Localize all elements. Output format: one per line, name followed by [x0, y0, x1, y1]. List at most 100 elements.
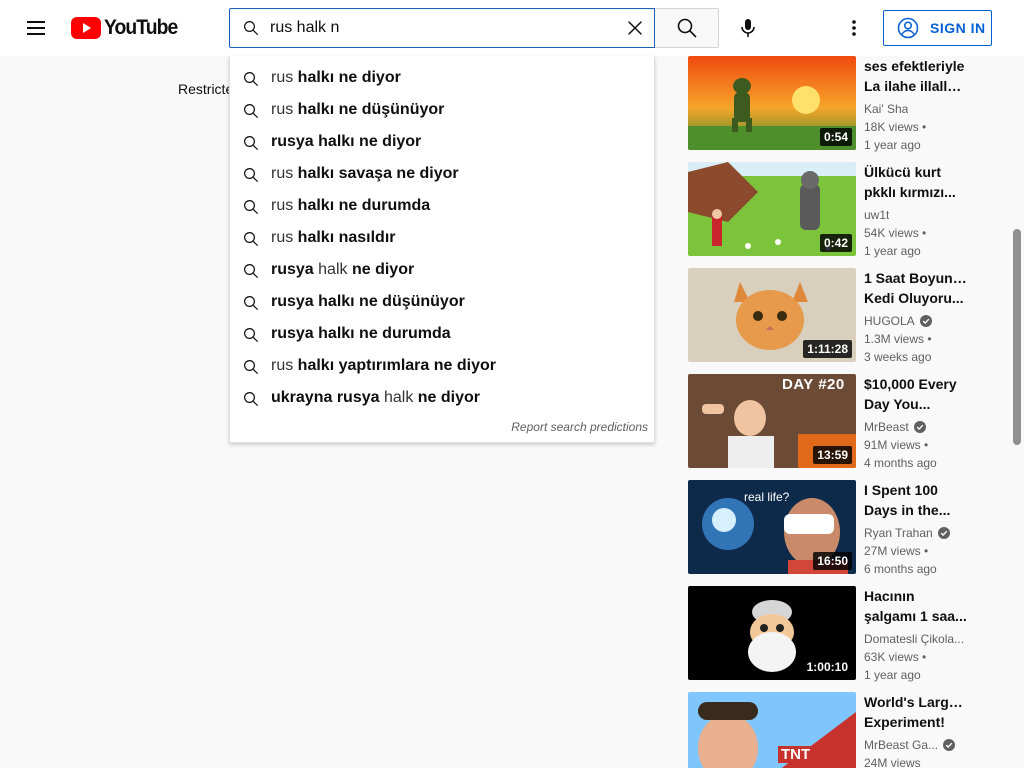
video-thumbnail[interactable]: 1:00:10	[688, 586, 856, 680]
suggestion-typed-part: rus	[271, 229, 298, 246]
suggestion-completion-part: rusya	[271, 261, 314, 278]
video-title-line: Day You...	[864, 396, 931, 412]
video-duration: 0:54	[819, 128, 852, 146]
suggestion-item[interactable]: rusya halk ne diyor	[230, 255, 654, 287]
video-item[interactable]: 1:11:28 1 Saat Boyunca Kedi Oluyoru... H…	[688, 268, 988, 364]
video-thumbnail[interactable]: TNT	[688, 692, 856, 768]
video-title-line: 1 Saat Boyunca	[864, 270, 968, 286]
suggestion-item[interactable]: rus halkı nasıldır	[230, 223, 654, 255]
channel-name[interactable]: Kai' Sha	[864, 102, 908, 116]
suggestion-completion-part: rusya halkı ne diyor	[271, 133, 422, 150]
video-item[interactable]: 0:42 Ülkücü kurt pkklı kırmızı... uw1t 5…	[688, 162, 988, 258]
search-icon	[244, 360, 259, 375]
suggestion-text: rus halkı savaşa ne diyor	[271, 165, 459, 183]
video-item[interactable]: real life? 16:50 I Spent 100 Days in the…	[688, 480, 988, 576]
suggestion-item[interactable]: rusya halkı ne diyor	[230, 127, 654, 159]
video-title[interactable]: Hacının şalgamı 1 saa...	[864, 586, 968, 626]
clear-search-icon[interactable]	[624, 17, 646, 39]
guide-menu-button[interactable]	[16, 8, 56, 48]
video-thumbnail[interactable]: 1:11:28	[688, 268, 856, 362]
suggestion-item[interactable]: ukrayna rusya halk ne diyor	[230, 383, 654, 415]
suggestion-completion-part: halkı nasıldır	[297, 229, 396, 246]
verified-check-icon	[913, 421, 926, 433]
video-title[interactable]: I Spent 100 Days in the...	[864, 480, 968, 520]
search-box	[229, 8, 655, 48]
video-title[interactable]: $10,000 Every Day You...	[864, 374, 968, 414]
suggestion-item[interactable]: rus halkı ne durumda	[230, 191, 654, 223]
suggestion-item[interactable]: rus halkı ne düşünüyor	[230, 95, 654, 127]
voice-search-button[interactable]	[728, 8, 768, 48]
suggestion-item[interactable]: rus halkı ne diyor	[230, 63, 654, 95]
suggestion-typed-part: rus	[271, 165, 298, 182]
scrollbar-thumb[interactable]	[1013, 229, 1021, 445]
video-title[interactable]: World's Largest Experiment!	[864, 692, 968, 732]
view-count: 1.3M views •	[864, 332, 932, 346]
more-vertical-icon	[852, 20, 856, 36]
video-title-line: ses efektleriyle	[864, 58, 965, 74]
suggestion-item[interactable]: rus halkı savaşa ne diyor	[230, 159, 654, 191]
channel-name[interactable]: Domatesli Çikola...	[864, 632, 964, 646]
suggestion-text: rus halkı ne düşünüyor	[271, 101, 444, 119]
view-count: 54K views •	[864, 226, 927, 240]
video-title[interactable]: ses efektleriyle La ilahe illallah...	[864, 56, 968, 96]
suggestion-completion-part: halkı ne durumda	[297, 197, 431, 214]
video-duration: 0:42	[819, 234, 852, 252]
settings-menu-button[interactable]	[834, 8, 874, 48]
video-thumbnail[interactable]: real life? 16:50	[688, 480, 856, 574]
video-item[interactable]: TNT World's Largest Experiment! MrBeast …	[688, 692, 988, 768]
suggestion-completion-part: halkı ne düşünüyor	[297, 101, 445, 118]
video-title[interactable]: 1 Saat Boyunca Kedi Oluyoru...	[864, 268, 968, 308]
search-icon	[244, 328, 259, 343]
video-thumbnail[interactable]: 0:54	[688, 56, 856, 150]
channel-name[interactable]: Ryan Trahan	[864, 526, 950, 540]
search-button[interactable]	[655, 8, 719, 48]
thumbnail-overlay-text: TNT	[778, 746, 814, 763]
video-title-line: La ilahe illallah...	[864, 78, 968, 94]
suggestion-item[interactable]: rus halkı yaptırımlara ne diyor	[230, 351, 654, 383]
suggestion-typed-part: rus	[271, 197, 298, 214]
search-icon	[244, 392, 259, 407]
video-duration: 1:11:28	[803, 340, 852, 358]
video-title-line: Kedi Oluyoru...	[864, 290, 964, 306]
upload-age: 1 year ago	[864, 138, 921, 152]
video-thumbnail[interactable]: DAY #20 13:59	[688, 374, 856, 468]
video-title[interactable]: Ülkücü kurt pkklı kırmızı...	[864, 162, 968, 202]
suggestion-item[interactable]: rusya halkı ne durumda	[230, 319, 654, 351]
suggestion-text: rus halkı ne durumda	[271, 197, 430, 215]
suggestion-typed-part: halk	[313, 261, 352, 278]
video-item[interactable]: DAY #20 13:59 $10,000 Every Day You... M…	[688, 374, 988, 470]
search-icon	[244, 232, 259, 247]
suggestion-completion-part: halkı savaşa ne diyor	[297, 165, 459, 182]
video-title-line: World's Largest	[864, 694, 968, 710]
suggestion-text: rus halkı yaptırımlara ne diyor	[271, 357, 496, 375]
video-title-line: Hacının	[864, 588, 915, 604]
channel-name-text: Kai' Sha	[864, 102, 909, 116]
video-title-line: şalgamı 1 saa...	[864, 608, 967, 624]
video-thumbnail[interactable]: 0:42	[688, 162, 856, 256]
channel-name[interactable]: MrBeast	[864, 420, 926, 434]
video-item[interactable]: 1:00:10 Hacının şalgamı 1 saa... Domates…	[688, 586, 988, 682]
upload-age: 1 year ago	[864, 668, 921, 682]
video-duration: 1:00:10	[802, 658, 852, 676]
video-title-line: Ülkücü kurt	[864, 164, 942, 180]
channel-name[interactable]: HUGOLA	[864, 314, 932, 328]
microphone-icon	[741, 19, 755, 37]
hamburger-icon	[27, 21, 45, 35]
video-item[interactable]: 0:54 ses efektleriyle La ilahe illallah.…	[688, 56, 988, 152]
suggestion-completion-part: halkı yaptırımlara ne diyor	[297, 357, 496, 374]
masthead: YouTube rus halk n SIGN IN	[0, 0, 1024, 56]
sign-in-button[interactable]: SIGN IN	[883, 10, 992, 46]
channel-name[interactable]: uw1t	[864, 208, 889, 222]
search-icon	[244, 72, 259, 87]
video-title-line: Days in the...	[864, 502, 951, 518]
report-search-predictions-link[interactable]: Report search predictions	[511, 420, 648, 434]
search-input[interactable]	[270, 9, 610, 47]
video-title-line: I Spent 100	[864, 482, 938, 498]
channel-name[interactable]: MrBeast Ga...	[864, 738, 956, 752]
suggestion-text: rus halkı ne diyor	[271, 69, 401, 87]
suggestion-item[interactable]: rusya halkı ne düşünüyor	[230, 287, 654, 319]
video-title-line: Experiment!	[864, 714, 945, 730]
upload-age: 1 year ago	[864, 244, 921, 258]
suggestion-completion-part: ukrayna rusya	[271, 389, 380, 406]
youtube-logo[interactable]: YouTube	[71, 16, 184, 40]
